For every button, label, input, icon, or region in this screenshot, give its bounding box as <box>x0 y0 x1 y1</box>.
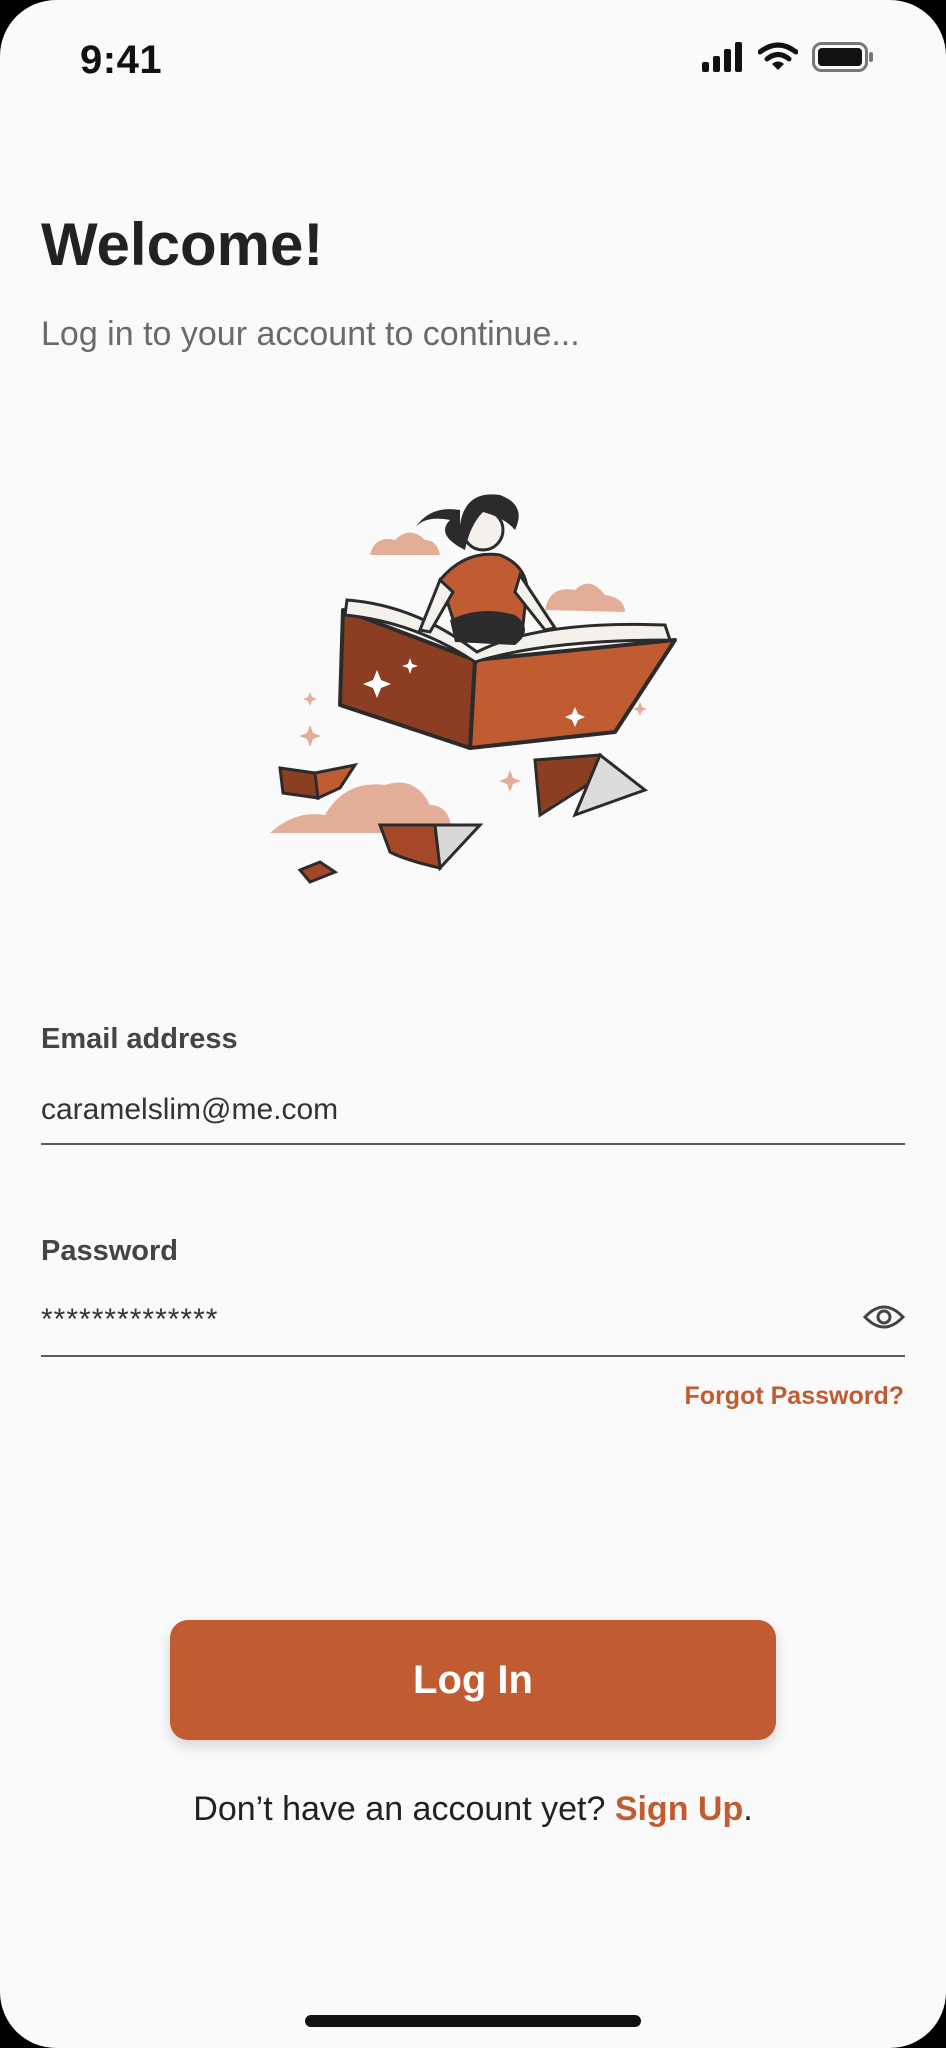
login-button[interactable]: Log In <box>170 1620 776 1740</box>
status-time: 9:41 <box>80 38 163 82</box>
page-title: Welcome! <box>41 211 324 278</box>
wifi-icon <box>757 42 799 77</box>
password-label: Password <box>41 1235 178 1267</box>
forgot-password-link[interactable]: Forgot Password? <box>685 1382 904 1411</box>
home-indicator[interactable] <box>305 2015 641 2027</box>
password-underline <box>41 1355 905 1357</box>
status-bar: 9:41 <box>0 0 946 120</box>
reader-on-flying-book-illustration <box>265 480 685 900</box>
password-field[interactable]: ************** <box>41 1303 218 1337</box>
signal-icon <box>702 42 744 77</box>
signup-suffix: . <box>743 1790 753 1828</box>
battery-icon <box>812 42 874 77</box>
email-field[interactable]: caramelslim@me.com <box>41 1093 338 1127</box>
status-icons <box>702 42 874 77</box>
eye-icon[interactable] <box>862 1302 906 1332</box>
login-screen: 9:41 Welcome! Log in to your account to … <box>0 0 946 2048</box>
email-label: Email address <box>41 1023 238 1055</box>
page-subtitle: Log in to your account to continue... <box>41 315 580 353</box>
signup-link[interactable]: Sign Up <box>615 1790 743 1828</box>
signup-prompt-row: Don’t have an account yet? Sign Up. <box>0 1790 946 1829</box>
signup-prompt: Don’t have an account yet? <box>193 1790 606 1828</box>
email-underline <box>41 1143 905 1145</box>
